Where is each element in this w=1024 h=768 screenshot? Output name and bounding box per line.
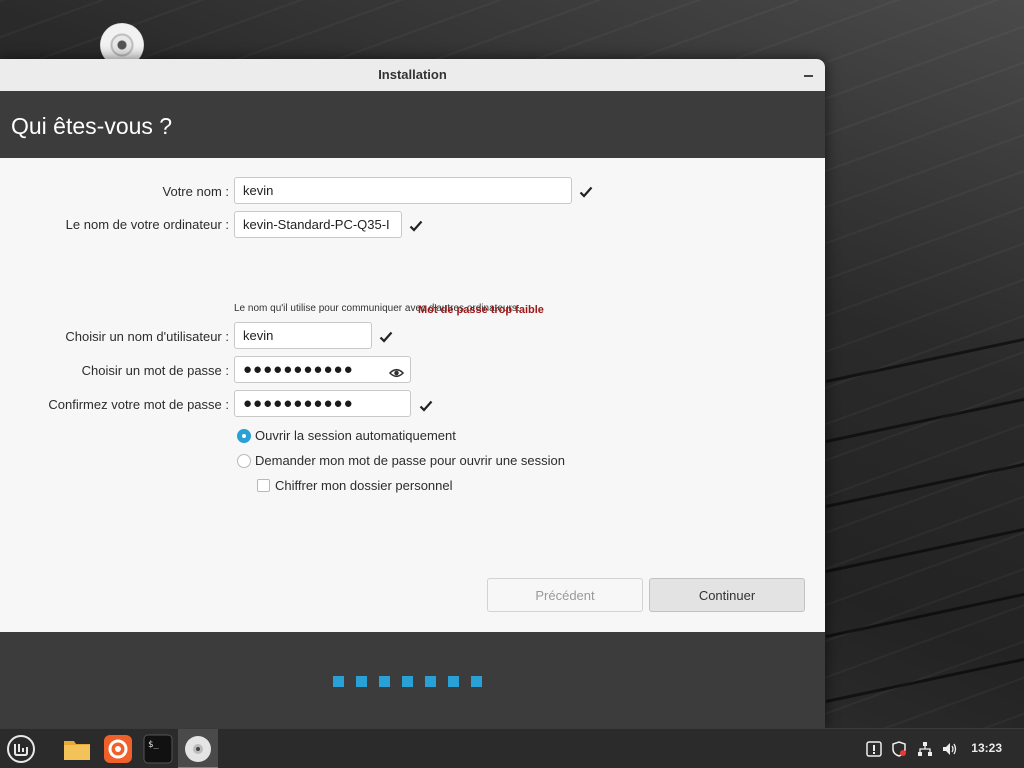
require-password-label: Demander mon mot de passe pour ouvrir un… [255, 453, 565, 468]
progress-step [448, 676, 459, 687]
progress-step [402, 676, 413, 687]
continue-button[interactable]: Continuer [649, 578, 805, 612]
installer-disc-icon[interactable] [183, 734, 213, 764]
confirm-valid-check-icon [419, 398, 433, 412]
auto-login-radio[interactable] [237, 428, 251, 443]
network-icon[interactable] [917, 741, 933, 757]
previous-button[interactable]: Précédent [487, 578, 643, 612]
password-field[interactable]: ●●●●●●●●●●● [234, 356, 411, 383]
installer-window: Installation Qui êtes-vous ? Votre nom :… [0, 59, 825, 728]
taskbar-clock[interactable]: 13:23 [971, 741, 1002, 755]
step-progress-indicator [333, 676, 482, 687]
minimize-button[interactable] [804, 75, 813, 77]
user-form: Votre nom : kevin Le nom de votre ordina… [0, 158, 825, 674]
taskbar: $_ 13:23 [0, 728, 1024, 768]
shield-icon[interactable] [891, 741, 907, 757]
files-icon[interactable] [62, 734, 92, 764]
name-label: Votre nom : [162, 184, 229, 199]
show-password-eye-icon[interactable] [388, 363, 405, 378]
menu-icon[interactable] [6, 734, 36, 764]
computer-name-valid-check-icon [409, 218, 423, 232]
computer-name-field[interactable]: kevin-Standard-PC-Q35-I [234, 211, 402, 238]
svg-text:$_: $_ [148, 740, 159, 750]
window-titlebar[interactable]: Installation [0, 59, 825, 91]
password-masked-value: ●●●●●●●●●●● [243, 361, 354, 378]
username-label: Choisir un nom d'utilisateur : [65, 329, 229, 344]
name-field[interactable]: kevin [234, 177, 572, 204]
progress-step [356, 676, 367, 687]
page-header: Qui êtes-vous ? [0, 91, 825, 158]
encrypt-home-checkbox[interactable] [257, 479, 270, 492]
password-strength-warning: Mot de passe trop faible [418, 304, 544, 316]
encrypt-home-label: Chiffrer mon dossier personnel [275, 478, 453, 493]
auto-login-label: Ouvrir la session automatiquement [255, 428, 456, 443]
window-title: Installation [378, 67, 447, 82]
terminal-icon[interactable]: $_ [143, 734, 173, 764]
confirm-password-field[interactable]: ●●●●●●●●●●● [234, 390, 411, 417]
progress-step [471, 676, 482, 687]
username-valid-check-icon [379, 329, 393, 343]
require-password-option[interactable]: Demander mon mot de passe pour ouvrir un… [237, 453, 565, 468]
firefox-icon[interactable] [103, 734, 133, 764]
page-title: Qui êtes-vous ? [11, 113, 173, 139]
encrypt-home-option[interactable]: Chiffrer mon dossier personnel [257, 478, 453, 493]
auto-login-option[interactable]: Ouvrir la session automatiquement [237, 428, 456, 443]
update-icon[interactable] [866, 741, 882, 757]
progress-step [425, 676, 436, 687]
username-field[interactable]: kevin [234, 322, 372, 349]
computer-name-label: Le nom de votre ordinateur : [65, 217, 229, 232]
confirm-password-label: Confirmez votre mot de passe : [48, 397, 229, 412]
progress-step [333, 676, 344, 687]
progress-step [379, 676, 390, 687]
progress-footer [0, 632, 825, 728]
require-password-radio[interactable] [237, 453, 251, 468]
name-valid-check-icon [579, 184, 593, 198]
password-label: Choisir un mot de passe : [81, 363, 229, 378]
volume-icon[interactable] [942, 741, 958, 757]
